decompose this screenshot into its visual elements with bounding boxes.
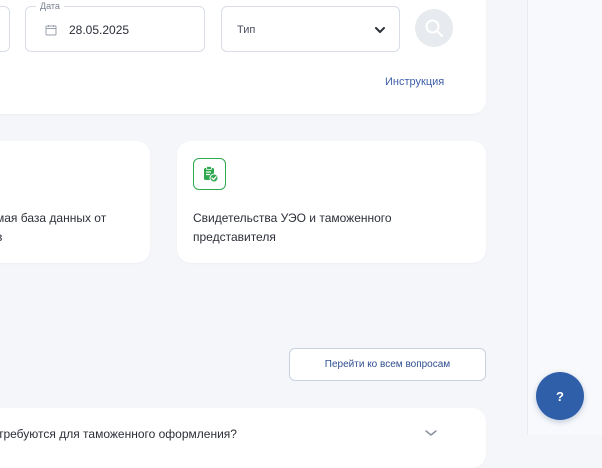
- type-select-value: Тип: [237, 24, 256, 36]
- right-side-panel: [527, 0, 602, 435]
- service-card-database-line1: мая база данных от: [0, 211, 107, 225]
- service-card-database-title: мая база данных от в: [0, 209, 106, 247]
- search-icon: [425, 19, 443, 37]
- date-field[interactable]: Дата 28.05.2025: [25, 0, 205, 52]
- instruction-link[interactable]: Инструкция: [385, 75, 444, 89]
- chevron-down-icon[interactable]: [424, 428, 438, 438]
- clipboard-check-icon: [193, 158, 226, 190]
- date-label: Дата: [36, 0, 64, 12]
- calendar-icon: [45, 25, 57, 36]
- type-select[interactable]: Тип: [221, 6, 400, 52]
- service-card-database-line2: в: [0, 228, 106, 247]
- help-button[interactable]: ?: [536, 372, 584, 420]
- all-questions-button[interactable]: Перейти ко всем вопросам: [289, 348, 486, 381]
- search-field-partial[interactable]: [0, 6, 10, 52]
- search-button[interactable]: [415, 9, 453, 47]
- service-card-certificates-line2: представителя: [193, 230, 276, 244]
- date-value: 28.05.2025: [69, 23, 130, 37]
- faq-question: ы требуются для таможенного оформления?: [0, 427, 237, 441]
- chevron-down-icon: [375, 27, 385, 33]
- service-card-certificates-title: Свидетельства УЭО и таможенного представ…: [193, 209, 463, 247]
- service-card-certificates-line1: Свидетельства УЭО и таможенного: [193, 211, 392, 225]
